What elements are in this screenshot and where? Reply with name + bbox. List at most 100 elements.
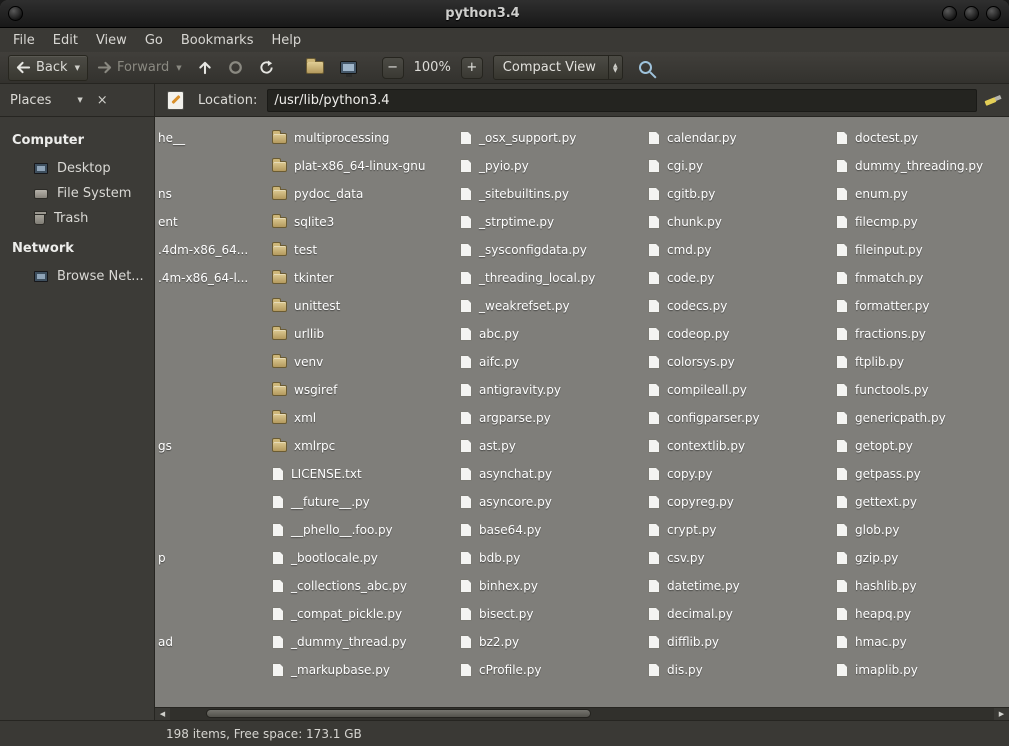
maximize-button[interactable] [964,6,979,21]
file-item[interactable]: contextlib.py [648,432,760,460]
file-item[interactable]: gzip.py [836,544,983,572]
forward-history-caret-icon[interactable]: ▼ [176,64,181,72]
menu-bookmarks[interactable]: Bookmarks [172,30,263,51]
file-item[interactable]: doctest.py [836,124,983,152]
file-item[interactable]: pydoc_data [272,180,425,208]
file-item-clipped[interactable]: he__ [158,124,185,152]
file-item[interactable]: plat-x86_64-linux-gnu [272,152,425,180]
open-folder-button[interactable] [299,55,331,81]
window-menu-button[interactable] [8,6,23,21]
zoom-out-button[interactable]: − [382,57,404,79]
file-item[interactable]: heapq.py [836,600,983,628]
file-item[interactable]: copy.py [648,460,760,488]
file-item-clipped[interactable]: gs [158,432,172,460]
file-item-clipped[interactable]: p [158,544,166,572]
file-item[interactable]: bisect.py [460,600,595,628]
file-item[interactable]: fractions.py [836,320,983,348]
file-item[interactable]: _bootlocale.py [272,544,425,572]
file-item[interactable]: _compat_pickle.py [272,600,425,628]
brush-icon[interactable] [985,92,1001,108]
file-item[interactable]: chunk.py [648,208,760,236]
stop-button[interactable] [221,55,250,81]
file-item[interactable]: dummy_threading.py [836,152,983,180]
places-caret-icon[interactable]: ▼ [77,96,82,104]
file-item[interactable]: abc.py [460,320,595,348]
file-item[interactable]: fnmatch.py [836,264,983,292]
file-item-clipped[interactable]: .4m-x86_64-l... [158,264,248,292]
file-item[interactable]: argparse.py [460,404,595,432]
back-button[interactable]: Back ▼ [8,55,88,81]
sidebar-item-trash[interactable]: Trash [0,206,154,231]
file-item[interactable]: _pyio.py [460,152,595,180]
menu-file[interactable]: File [4,30,44,51]
file-item[interactable]: _sitebuiltins.py [460,180,595,208]
file-item[interactable]: functools.py [836,376,983,404]
file-item[interactable]: copyreg.py [648,488,760,516]
scrollbar-thumb[interactable] [206,709,591,718]
menu-go[interactable]: Go [136,30,172,51]
file-item[interactable]: cgi.py [648,152,760,180]
location-input[interactable] [267,89,977,112]
file-item[interactable]: base64.py [460,516,595,544]
forward-button[interactable]: Forward ▼ [90,55,189,81]
scrollbar-track[interactable] [170,708,994,720]
file-item[interactable]: _sysconfigdata.py [460,236,595,264]
file-item[interactable]: bdb.py [460,544,595,572]
file-item[interactable]: xmlrpc [272,432,425,460]
file-item[interactable]: _collections_abc.py [272,572,425,600]
file-item[interactable]: colorsys.py [648,348,760,376]
places-panel-header[interactable]: Places ▼ × [0,84,155,116]
file-item[interactable]: asyncore.py [460,488,595,516]
file-item[interactable]: hmac.py [836,628,983,656]
places-close-icon[interactable]: × [97,93,108,108]
file-item[interactable]: crypt.py [648,516,760,544]
file-item[interactable]: compileall.py [648,376,760,404]
file-item[interactable]: configparser.py [648,404,760,432]
file-item[interactable]: cmd.py [648,236,760,264]
desktop-button[interactable] [333,55,364,81]
file-item[interactable]: gettext.py [836,488,983,516]
file-item[interactable]: xml [272,404,425,432]
file-item[interactable]: _weakrefset.py [460,292,595,320]
file-item[interactable]: codecs.py [648,292,760,320]
zoom-in-button[interactable]: + [461,57,483,79]
file-item[interactable]: dis.py [648,656,760,684]
scroll-right-icon[interactable]: ▶ [994,708,1009,720]
menu-edit[interactable]: Edit [44,30,87,51]
titlebar[interactable]: python3.4 [0,0,1009,28]
scroll-left-icon[interactable]: ◀ [155,708,170,720]
file-item[interactable]: bz2.py [460,628,595,656]
file-item[interactable]: _dummy_thread.py [272,628,425,656]
file-item[interactable]: _osx_support.py [460,124,595,152]
file-item[interactable]: genericpath.py [836,404,983,432]
file-item-clipped[interactable]: ns [158,180,172,208]
file-item[interactable]: wsgiref [272,376,425,404]
file-item[interactable]: imaplib.py [836,656,983,684]
file-item[interactable]: hashlib.py [836,572,983,600]
file-item[interactable]: codeop.py [648,320,760,348]
view-mode-spinner[interactable]: ▲ ▼ [608,56,622,79]
menu-view[interactable]: View [87,30,136,51]
sidebar-item-desktop[interactable]: Desktop [0,156,154,181]
file-item[interactable]: filecmp.py [836,208,983,236]
file-item[interactable]: getpass.py [836,460,983,488]
file-item[interactable]: unittest [272,292,425,320]
search-icon[interactable] [639,61,652,74]
file-item[interactable]: difflib.py [648,628,760,656]
file-item[interactable]: __phello__.foo.py [272,516,425,544]
file-item[interactable]: urllib [272,320,425,348]
file-item-clipped[interactable]: .4dm-x86_64... [158,236,248,264]
file-item[interactable]: venv [272,348,425,376]
file-item[interactable]: _threading_local.py [460,264,595,292]
view-mode-select[interactable]: Compact View ▲ ▼ [493,55,623,80]
file-item[interactable]: calendar.py [648,124,760,152]
file-item[interactable]: code.py [648,264,760,292]
file-item[interactable]: cgitb.py [648,180,760,208]
sidebar-item-browse-net[interactable]: Browse Net... [0,264,154,289]
file-item[interactable]: csv.py [648,544,760,572]
file-item[interactable]: fileinput.py [836,236,983,264]
file-item[interactable]: decimal.py [648,600,760,628]
file-item[interactable]: ftplib.py [836,348,983,376]
file-item[interactable]: multiprocessing [272,124,425,152]
sidebar-item-file-system[interactable]: File System [0,181,154,206]
